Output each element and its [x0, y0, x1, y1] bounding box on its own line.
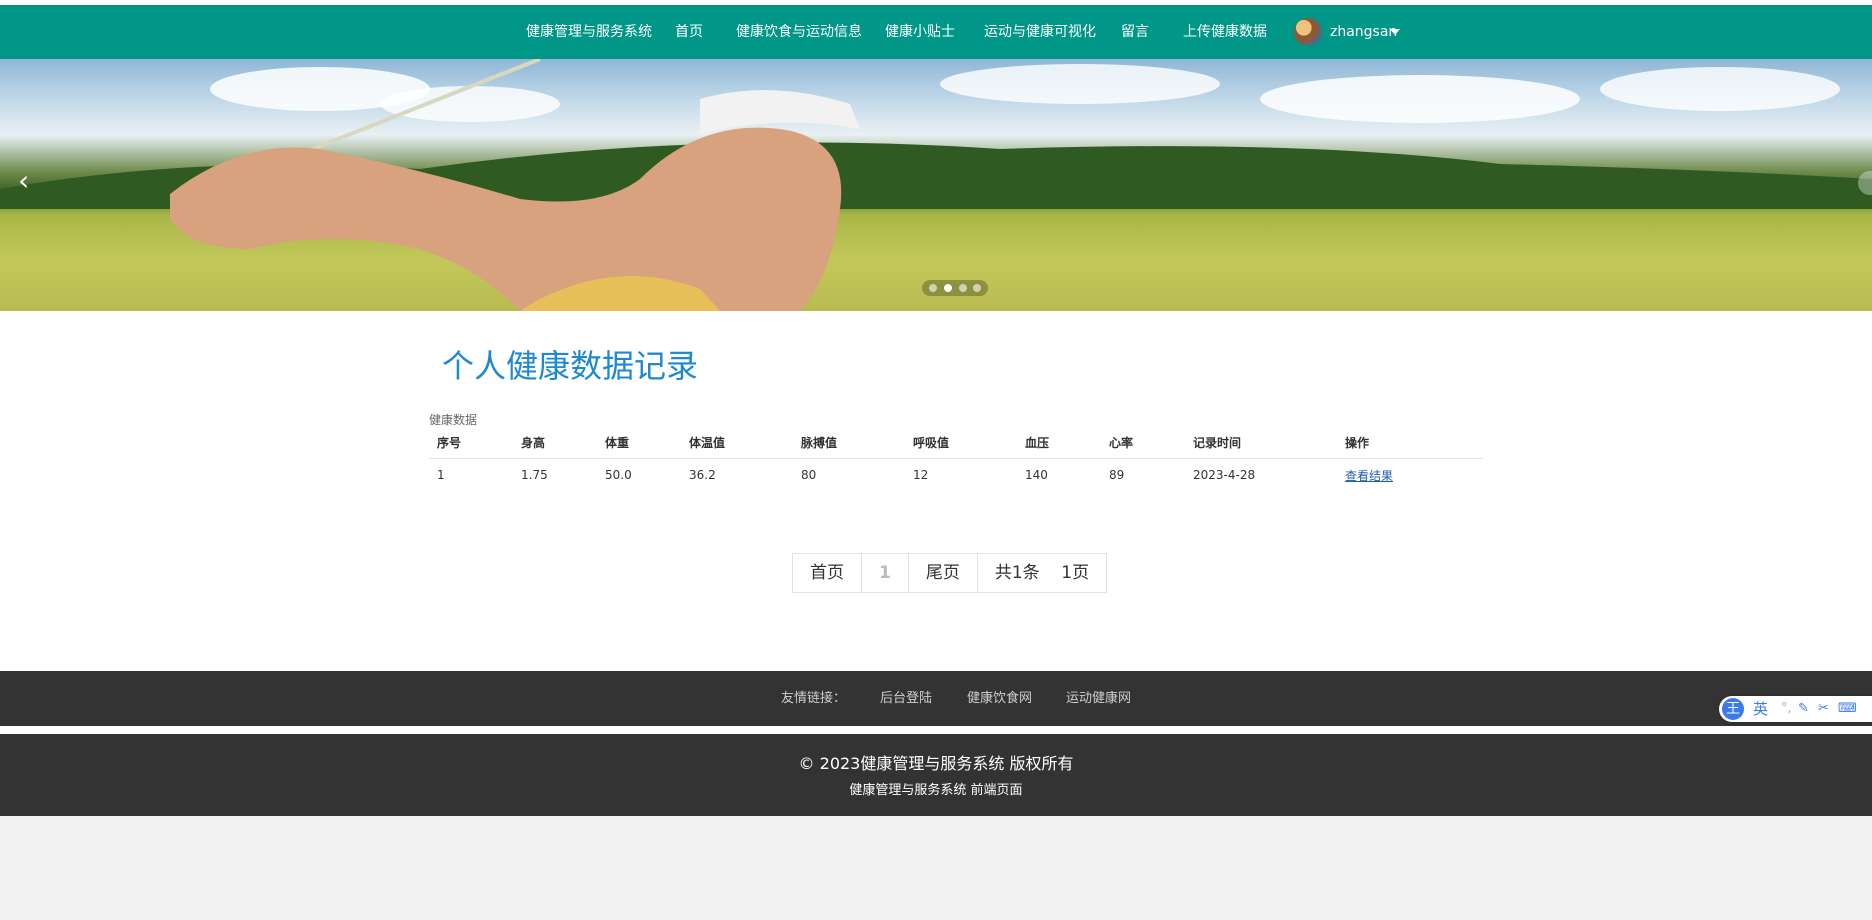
pager-summary: 共1条 1页: [978, 554, 1106, 592]
nav-brand[interactable]: 健康管理与服务系统: [526, 5, 652, 59]
col-header-temperature: 体温值: [681, 426, 793, 459]
scissors-icon[interactable]: ✂: [1818, 702, 1829, 716]
cell-heart-rate: 89: [1109, 468, 1125, 482]
col-header-index: 序号: [429, 426, 513, 459]
footer-link-sports-site[interactable]: 运动健康网: [1066, 671, 1131, 726]
pager-last-button[interactable]: 尾页: [909, 554, 978, 592]
ime-language-toggle[interactable]: 英: [1753, 699, 1768, 719]
table-row: 1 1.75 50.0 36.2 80 12 140 89 2023-4-28 …: [429, 459, 1483, 492]
cell-respiration: 12: [913, 468, 929, 482]
col-header-height: 身高: [513, 426, 597, 459]
footer-subtitle: 健康管理与服务系统 前端页面: [849, 783, 1023, 798]
health-data-table: 序号 身高 体重 体温值 脉搏值 呼吸值 血压 心率 记录时间 操作 1 1.7…: [429, 426, 1483, 491]
user-avatar[interactable]: [1294, 18, 1322, 46]
pager-first-button[interactable]: 首页: [793, 554, 862, 592]
col-header-respiration: 呼吸值: [905, 426, 1017, 459]
caret-down-icon[interactable]: [1390, 29, 1400, 35]
ime-punctuation-icon[interactable]: °,: [1781, 702, 1792, 716]
col-header-action: 操作: [1337, 426, 1483, 459]
carousel-dot-4[interactable]: [973, 284, 981, 292]
carousel-dot-1[interactable]: [929, 284, 937, 292]
nav-item-diet-exercise[interactable]: 健康饮食与运动信息: [736, 5, 862, 59]
ime-toolbar[interactable]: 王 英 °, ✎ ✂ ⌨: [1719, 696, 1872, 722]
footer-link-admin-login[interactable]: 后台登陆: [880, 671, 932, 726]
footer-link-diet-site[interactable]: 健康饮食网: [967, 671, 1032, 726]
table-header-row: 序号 身高 体重 体温值 脉搏值 呼吸值 血压 心率 记录时间 操作: [429, 426, 1483, 459]
pager-pages: 1页: [1061, 563, 1090, 583]
footer-links-label: 友情链接：: [781, 691, 847, 706]
col-header-weight: 体重: [597, 426, 681, 459]
pager-total: 共1条: [994, 563, 1040, 583]
ime-logo-icon[interactable]: 王: [1722, 698, 1744, 720]
pen-icon[interactable]: ✎: [1798, 702, 1809, 716]
footer-gap: [0, 726, 1872, 734]
carousel-dot-2[interactable]: [944, 284, 952, 292]
carousel-prev-icon[interactable]: ‹: [18, 167, 42, 195]
page-title: 个人健康数据记录: [442, 347, 699, 385]
carousel-dot-3[interactable]: [959, 284, 967, 292]
nav-item-upload-data[interactable]: 上传健康数据: [1183, 5, 1267, 59]
username-label[interactable]: zhangsan: [1330, 5, 1397, 59]
banner-carousel: ‹: [0, 59, 1872, 311]
top-navbar: 健康管理与服务系统 首页 健康饮食与运动信息 健康小贴士 运动与健康可视化 留言…: [0, 5, 1872, 59]
nav-item-home[interactable]: 首页: [675, 5, 703, 59]
col-header-heart-rate: 心率: [1101, 426, 1185, 459]
nav-item-health-tips[interactable]: 健康小贴士: [885, 5, 955, 59]
cell-action: 查看结果: [1337, 459, 1483, 492]
col-header-blood-pressure: 血压: [1017, 426, 1101, 459]
cell-pulse: 80: [801, 468, 817, 482]
footer-links-bar: 友情链接： 后台登陆 健康饮食网 运动健康网: [0, 671, 1872, 726]
copyright-text: © 2023健康管理与服务系统 版权所有: [798, 754, 1074, 773]
cell-index: 1: [437, 468, 445, 482]
cell-weight: 50.0: [605, 468, 632, 482]
col-header-record-time: 记录时间: [1185, 426, 1337, 459]
pagination: 首页 1 尾页 共1条 1页: [792, 553, 1108, 593]
cell-record-time: 2023-4-28: [1193, 468, 1256, 482]
view-result-link[interactable]: 查看结果: [1345, 469, 1393, 483]
nav-item-visualization[interactable]: 运动与健康可视化: [984, 5, 1096, 59]
cell-height: 1.75: [521, 468, 548, 482]
carousel-indicators: [922, 280, 988, 296]
keyboard-icon[interactable]: ⌨: [1838, 702, 1857, 716]
footer-copyright-bar: © 2023健康管理与服务系统 版权所有 健康管理与服务系统 前端页面: [0, 734, 1872, 816]
col-header-pulse: 脉搏值: [793, 426, 905, 459]
cell-temperature: 36.2: [689, 468, 716, 482]
main-content: 个人健康数据记录 健康数据 序号 身高 体重 体温值 脉搏值 呼吸值 血压 心率…: [0, 311, 1872, 671]
cell-blood-pressure: 140: [1025, 468, 1048, 482]
banner-image: [0, 59, 1872, 311]
pager-current-page: 1: [862, 554, 909, 592]
nav-item-message[interactable]: 留言: [1121, 5, 1149, 59]
